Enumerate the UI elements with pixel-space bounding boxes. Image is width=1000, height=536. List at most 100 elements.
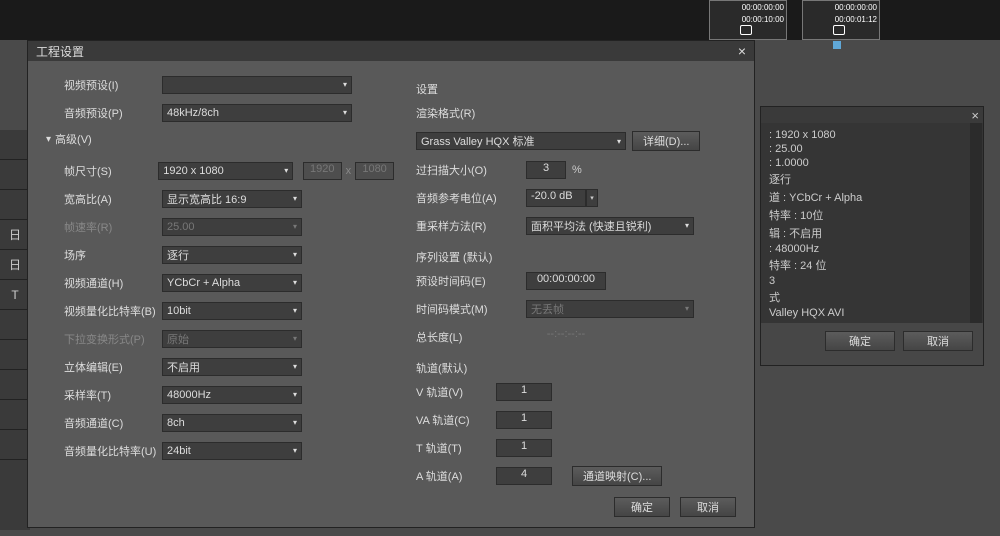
tc-mode-combo: 无丢帧▾ — [526, 300, 694, 318]
clip-tc-out: 00:00:01:12 — [835, 15, 877, 24]
left-column: 视频预设(I) ▾ 音频预设(P) 48kHz/8ch▾ 高级(V) 帧尺寸(S… — [64, 75, 394, 495]
frame-width-input[interactable]: 1920 — [303, 162, 342, 180]
stereo-combo[interactable]: 不启用▾ — [162, 358, 302, 376]
cancel-button[interactable]: 取消 — [680, 497, 736, 517]
track-header[interactable] — [0, 160, 30, 190]
va-track-label: VA 轨道(C) — [416, 412, 496, 428]
audio-preset-combo[interactable]: 48kHz/8ch▾ — [162, 104, 352, 122]
close-icon[interactable]: × — [971, 108, 979, 123]
clip-thumb-2[interactable]: 00:00:00:00 00:00:01:12 — [802, 0, 880, 40]
aspect-label: 宽高比(A) — [64, 191, 162, 207]
total-length-value: --:--:--:-- — [526, 328, 606, 346]
t-track-label: T 轨道(T) — [416, 440, 496, 456]
video-preset-combo[interactable]: ▾ — [162, 76, 352, 94]
channel-mapping-button[interactable]: 通道映射(C)... — [572, 466, 662, 486]
info-line: 式 — [769, 289, 975, 305]
info-line: : 1.0000 — [769, 157, 975, 169]
sequence-section-label: 序列设置 (默认) — [416, 249, 734, 265]
frame-size-label: 帧尺寸(S) — [64, 163, 158, 179]
info-line: 大小 : 3 % — [769, 321, 975, 323]
info-cancel-button[interactable]: 取消 — [903, 331, 973, 351]
clip-thumb-1[interactable]: 00:00:00:00 00:00:10:00 — [709, 0, 787, 40]
v-track-input[interactable]: 1 — [496, 383, 552, 401]
resample-combo[interactable]: 面积平均法 (快速且锐利)▾ — [526, 217, 694, 235]
t-track-input[interactable]: 1 — [496, 439, 552, 457]
info-line: 特率 : 10位 — [769, 207, 975, 223]
track-header[interactable]: T — [0, 280, 30, 310]
track-header[interactable] — [0, 430, 30, 460]
track-header[interactable]: 日 — [0, 250, 30, 280]
detail-button[interactable]: 详细(D)... — [632, 131, 700, 151]
info-panel-body: : 1920 x 1080 : 25.00 : 1.0000 逐行 道 : YC… — [761, 123, 983, 323]
video-bitdepth-label: 视频量化比特率(B) — [64, 303, 162, 319]
video-preset-label: 视频预设(I) — [64, 77, 162, 93]
track-header[interactable] — [0, 310, 30, 340]
a-track-input[interactable]: 4 — [496, 467, 552, 485]
frame-size-combo[interactable]: 1920 x 1080▾ — [158, 162, 293, 180]
pulldown-label: 下拉变换形式(P) — [64, 331, 162, 347]
audio-bitdepth-combo[interactable]: 24bit▾ — [162, 442, 302, 460]
audio-bitdepth-label: 音频量化比特率(U) — [64, 443, 162, 459]
resample-label: 重采样方法(R) — [416, 218, 526, 234]
track-header[interactable] — [0, 400, 30, 430]
right-column: 设置 渲染格式(R) Grass Valley HQX 标准▾ 详细(D)...… — [416, 75, 734, 495]
info-line: 辑 : 不启用 — [769, 225, 975, 241]
aspect-combo[interactable]: 显示宽高比 16:9▾ — [162, 190, 302, 208]
track-header[interactable] — [0, 340, 30, 370]
info-line: Valley HQX AVI — [769, 307, 975, 319]
video-channel-combo[interactable]: YCbCr + Alpha▾ — [162, 274, 302, 292]
audio-ref-input[interactable]: -20.0 dB — [526, 189, 586, 207]
audio-ref-label: 音频参考电位(A) — [416, 190, 526, 206]
video-channel-label: 视频通道(H) — [64, 275, 162, 291]
info-line: 特率 : 24 位 — [769, 257, 975, 273]
audio-ref-spinner[interactable]: ▾ — [586, 189, 598, 207]
info-ok-button[interactable]: 确定 — [825, 331, 895, 351]
clip-icon — [740, 25, 752, 35]
audio-channel-label: 音频通道(C) — [64, 415, 162, 431]
frame-height-input[interactable]: 1080 — [355, 162, 394, 180]
audio-preset-label: 音频预设(P) — [64, 105, 162, 121]
sample-rate-combo[interactable]: 48000Hz▾ — [162, 386, 302, 404]
va-track-input[interactable]: 1 — [496, 411, 552, 429]
sample-rate-label: 采样率(T) — [64, 387, 162, 403]
video-bitdepth-combo[interactable]: 10bit▾ — [162, 302, 302, 320]
info-panel-footer: 确定 取消 — [761, 323, 983, 359]
render-format-combo[interactable]: Grass Valley HQX 标准▾ — [416, 132, 626, 150]
audio-channel-combo[interactable]: 8ch▾ — [162, 414, 302, 432]
clip-marker[interactable] — [833, 41, 841, 49]
a-track-label: A 轨道(A) — [416, 468, 496, 484]
info-scrollbar[interactable] — [970, 123, 982, 323]
info-line: 逐行 — [769, 171, 975, 187]
fps-combo: 25.00▾ — [162, 218, 302, 236]
clip-tc-out: 00:00:10:00 — [742, 15, 784, 24]
field-order-label: 场序 — [64, 247, 162, 263]
v-track-label: V 轨道(V) — [416, 384, 496, 400]
clip-tc-in: 00:00:00:00 — [742, 3, 784, 12]
track-header-strip: 日 日 T — [0, 130, 30, 530]
overscan-input[interactable]: 3 — [526, 161, 566, 179]
stereo-label: 立体编辑(E) — [64, 359, 162, 375]
fps-label: 帧速率(R) — [64, 219, 162, 235]
advanced-toggle[interactable]: 高级(V) — [46, 131, 394, 147]
overscan-label: 过扫描大小(O) — [416, 162, 526, 178]
track-header[interactable] — [0, 370, 30, 400]
settings-section-label: 设置 — [416, 81, 734, 97]
tc-mode-label: 时间码模式(M) — [416, 301, 526, 317]
track-header[interactable] — [0, 130, 30, 160]
ok-button[interactable]: 确定 — [614, 497, 670, 517]
total-length-label: 总长度(L) — [416, 329, 526, 345]
info-line: : 25.00 — [769, 143, 975, 155]
dialog-title: 工程设置 — [36, 43, 84, 60]
dialog-footer: 确定 取消 — [614, 497, 736, 517]
clip-tc-in: 00:00:00:00 — [835, 3, 877, 12]
track-header[interactable]: 日 — [0, 220, 30, 250]
track-header[interactable] — [0, 190, 30, 220]
info-line: : 1920 x 1080 — [769, 129, 975, 141]
field-order-combo[interactable]: 逐行▾ — [162, 246, 302, 264]
pulldown-combo: 原始▾ — [162, 330, 302, 348]
close-icon[interactable]: × — [738, 43, 746, 59]
info-panel-titlebar: × — [761, 107, 983, 123]
clip-icon — [833, 25, 845, 35]
tc-preset-input[interactable]: 00:00:00:00 — [526, 272, 606, 290]
info-line: 道 : YCbCr + Alpha — [769, 189, 975, 205]
